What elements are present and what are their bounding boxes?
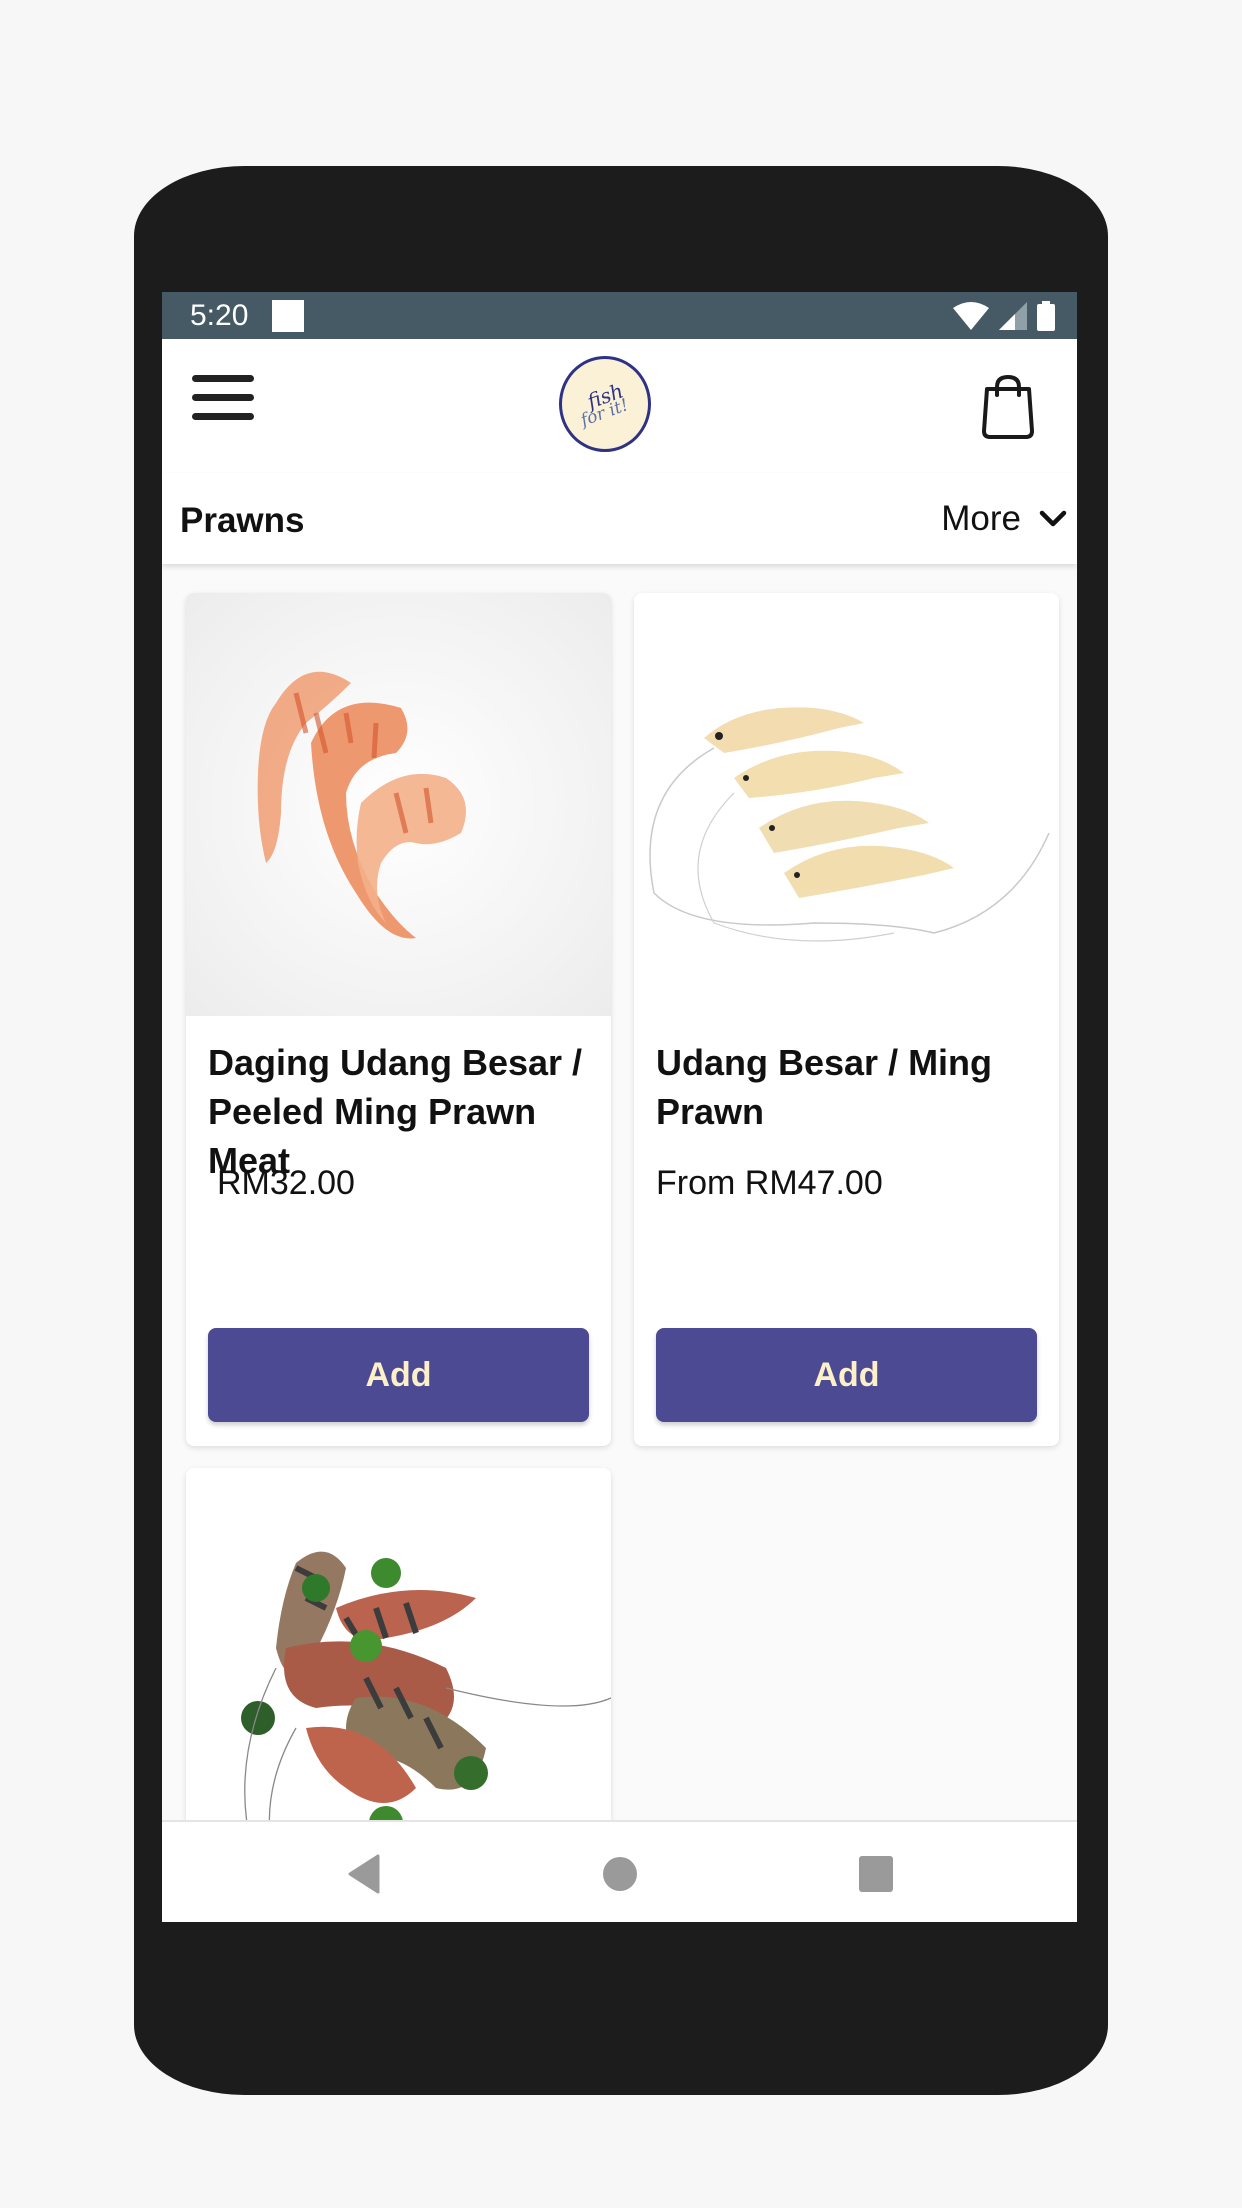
product-title[interactable]: Udang Besar / Ming Prawn [656,1038,1037,1136]
product-card[interactable]: Udang Besar / Ming Prawn From RM47.00 Ad… [634,593,1059,1446]
category-bar: Prawns More [162,473,1077,564]
phone-screen: 5:20 fish for it! Prawns More Daging Uda… [162,292,1077,1922]
hamburger-menu-icon[interactable] [192,375,254,427]
signal-icon [999,302,1027,330]
app-header: fish for it! [162,339,1077,473]
add-to-cart-button[interactable]: Add [656,1328,1037,1422]
product-card-body: Udang Besar / Ming Prawn From RM47.00 Ad… [634,1016,1059,1446]
more-dropdown-button[interactable]: More [941,499,1067,539]
prawn-illustration [257,671,466,939]
ming-prawns-image[interactable] [634,593,1059,1016]
product-title[interactable]: Daging Udang Besar / Peeled Ming Prawn M… [208,1038,589,1185]
battery-icon [1037,301,1055,331]
prawn-illustration [241,1551,611,1820]
category-title: Prawns [180,501,305,540]
product-grid: Daging Udang Besar / Peeled Ming Prawn M… [162,564,1077,1820]
tiger-prawns-with-limes-image[interactable] [186,1468,611,1820]
recents-icon[interactable] [858,1854,894,1894]
more-label: More [941,499,1021,538]
back-icon[interactable] [346,1854,382,1894]
system-nav-bar [162,1820,1077,1922]
status-bar: 5:20 [162,292,1077,339]
product-price: RM32.00 [217,1164,355,1202]
status-icons [953,300,1055,332]
chevron-down-icon [1039,510,1067,527]
product-card-body: Daging Udang Besar / Peeled Ming Prawn M… [186,1016,611,1446]
stage: 5:20 fish for it! Prawns More Daging Uda… [0,0,1242,2208]
shopping-bag-icon[interactable] [981,375,1035,439]
logo-text-line2: for it! [578,395,632,431]
prawn-illustration [649,707,1050,942]
store-logo[interactable]: fish for it! [559,356,651,452]
product-card[interactable]: Daging Udang Besar / Peeled Ming Prawn M… [186,593,611,1446]
status-time: 5:20 [190,298,249,332]
peeled-prawns-image[interactable] [186,593,611,1016]
product-price: From RM47.00 [656,1164,883,1202]
home-icon[interactable] [602,1854,638,1894]
wifi-icon [953,302,989,330]
add-to-cart-button[interactable]: Add [208,1328,589,1422]
product-card[interactable] [186,1468,611,1820]
notification-icon [272,299,305,332]
